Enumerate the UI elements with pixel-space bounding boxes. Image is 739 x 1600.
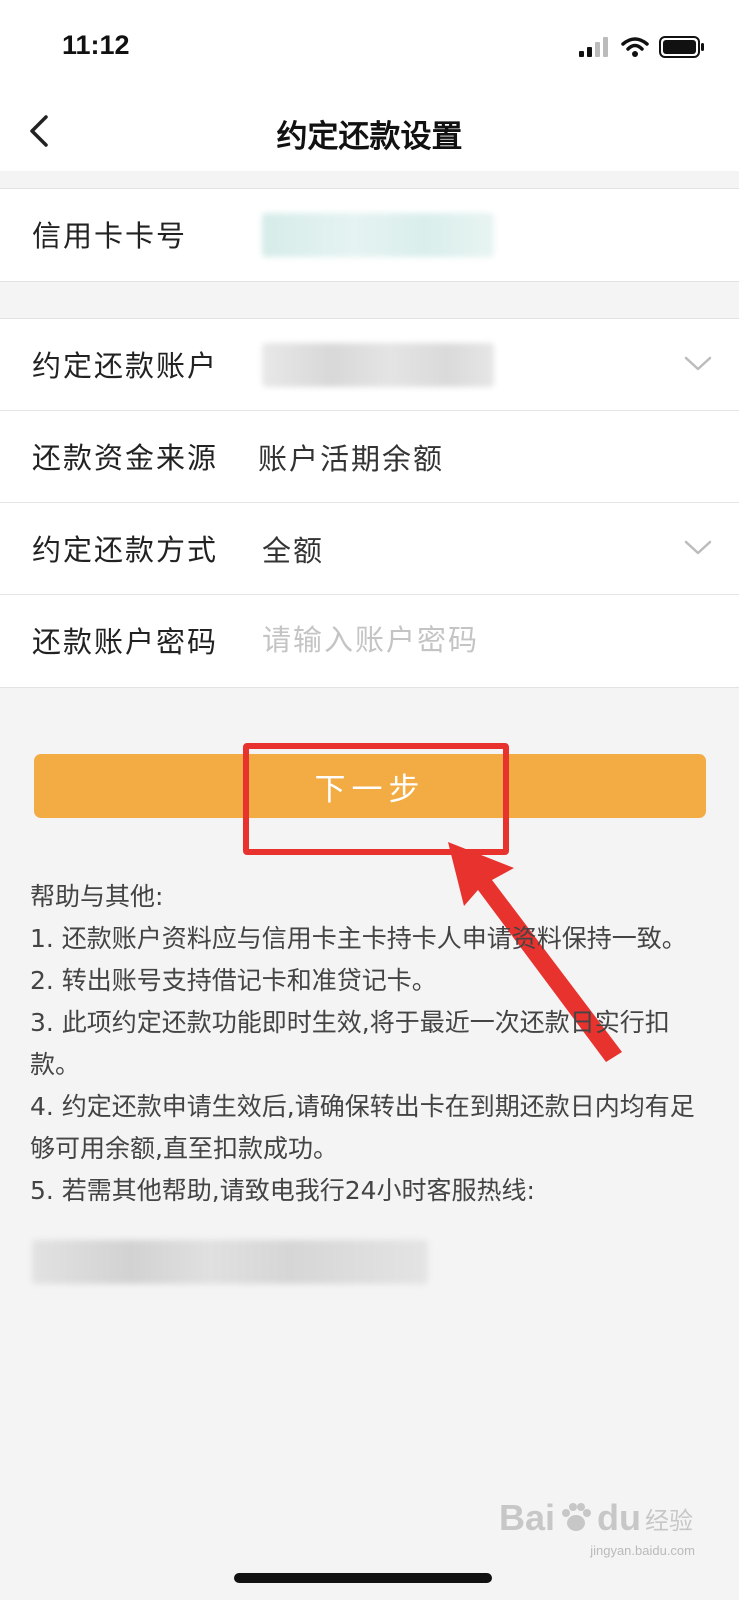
help-item: 3. 此项约定还款功能即时生效,将于最近一次还款日实行扣款。: [30, 1008, 670, 1079]
fund-source-value: 账户活期余额: [258, 442, 445, 476]
chevron-down-icon[interactable]: [683, 535, 713, 559]
watermark-cn: 经验: [645, 1506, 693, 1535]
status-bar: 11:12: [0, 0, 739, 95]
baidu-watermark: Bai du 经验: [499, 1497, 693, 1539]
repay-account-label: 约定还款账户: [32, 349, 219, 383]
chevron-down-icon[interactable]: [683, 351, 713, 375]
settings-section: 约定还款账户 还款资金来源 账户活期余额 约定还款方式 全额 还款账户密码: [0, 318, 739, 688]
repay-method-row[interactable]: 约定还款方式 全额: [0, 503, 739, 595]
card-number-value-redacted: [262, 213, 494, 257]
card-number-row: 信用卡卡号: [0, 189, 739, 281]
password-input[interactable]: [262, 613, 682, 667]
battery-icon: [659, 36, 704, 58]
status-time: 11:12: [62, 30, 130, 60]
repay-method-label: 约定还款方式: [32, 533, 219, 567]
help-item: 2. 转出账号支持借记卡和准贷记卡。: [30, 966, 437, 995]
card-number-label: 信用卡卡号: [32, 219, 188, 253]
fund-source-row: 还款资金来源 账户活期余额: [0, 411, 739, 503]
page-title: 约定还款设置: [276, 119, 463, 155]
help-item: 1. 还款账户资料应与信用卡主卡持卡人申请资料保持一致。: [30, 924, 687, 953]
repay-account-row[interactable]: 约定还款账户: [0, 319, 739, 411]
repay-account-value-redacted: [262, 343, 494, 387]
help-title: 帮助与其他:: [30, 882, 164, 911]
help-item: 4. 约定还款申请生效后,请确保转出卡在到期还款日内均有足够可用余额,直至扣款成…: [30, 1092, 695, 1163]
hotline-number-redacted: [32, 1240, 428, 1284]
nav-bar: 约定还款设置: [0, 95, 739, 171]
fund-source-label: 还款资金来源: [32, 441, 219, 475]
next-step-button[interactable]: 下一步: [34, 754, 706, 818]
watermark-brand: Bai: [498, 1497, 556, 1538]
wifi-icon: [621, 37, 649, 57]
watermark-url: jingyan.baidu.com: [590, 1543, 695, 1558]
password-row: 还款账户密码: [0, 595, 739, 687]
signal-icon: [579, 37, 608, 57]
status-icons: [579, 34, 705, 60]
help-item: 5. 若需其他帮助,请致电我行24小时客服热线:: [30, 1176, 535, 1205]
password-label: 还款账户密码: [32, 625, 219, 659]
card-section: 信用卡卡号: [0, 188, 739, 282]
watermark-brand-2: du: [597, 1497, 641, 1538]
help-section: 帮助与其他: 1. 还款账户资料应与信用卡主卡持卡人申请资料保持一致。 2. 转…: [30, 876, 710, 1212]
repay-method-value: 全额: [262, 534, 325, 568]
home-indicator[interactable]: [234, 1573, 492, 1583]
paw-icon: [562, 1503, 592, 1531]
